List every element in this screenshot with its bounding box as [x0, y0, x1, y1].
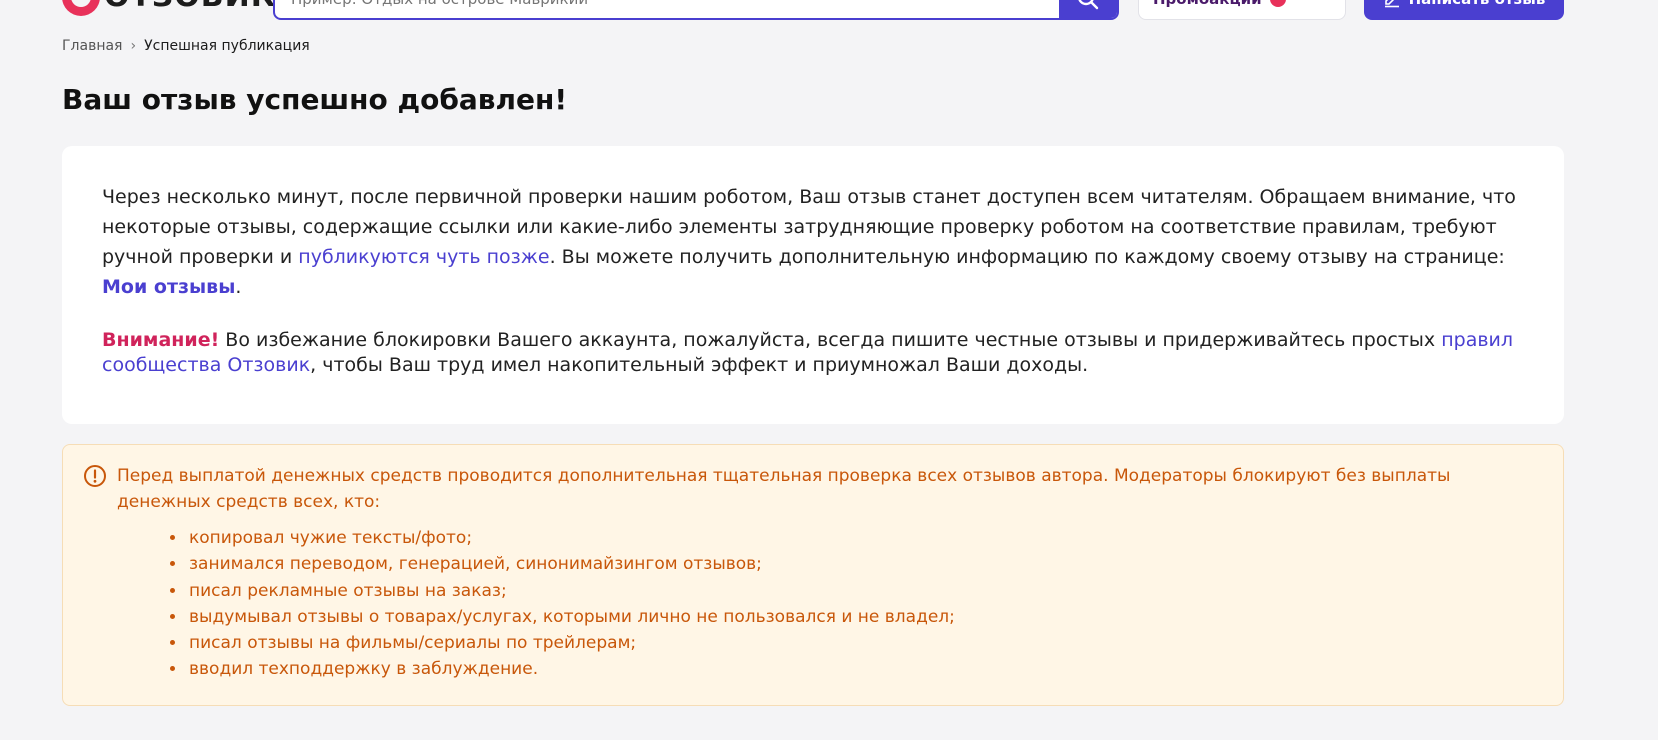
search-input[interactable] [275, 0, 1055, 18]
breadcrumb-current: Успешная публикация [144, 38, 310, 54]
attention-text: Во избежание блокировки Вашего аккаунта,… [219, 329, 1442, 351]
list-item: вводил техподдержку в заблуждение. [187, 656, 1543, 682]
promo-button[interactable]: Промоакции [1138, 0, 1346, 20]
attention-label: Внимание! [102, 329, 220, 351]
breadcrumb-home-link[interactable]: Главная [62, 36, 122, 56]
breadcrumb-separator: › [130, 38, 137, 54]
write-review-button[interactable]: Написать отзыв [1364, 0, 1564, 20]
exclamation-circle-icon [84, 465, 106, 487]
page-title: Ваш отзыв успешно добавлен! [62, 83, 568, 116]
info-text: . Вы можете получить дополнительную инфо… [549, 246, 1505, 268]
my-reviews-link[interactable]: Мои отзывы [102, 276, 235, 298]
write-review-label: Написать отзыв [1409, 0, 1546, 8]
payout-warning-box: Перед выплатой денежных средств проводит… [62, 444, 1564, 706]
success-info-card: Через несколько минут, после первичной п… [62, 146, 1564, 424]
publication-info-paragraph: Через несколько минут, после первичной п… [102, 182, 1524, 302]
list-item: выдумывал отзывы о товарах/услугах, кото… [187, 604, 1543, 630]
search-icon [1078, 0, 1099, 10]
pencil-icon [1384, 0, 1399, 8]
search-box [273, 0, 1119, 20]
warning-header: Перед выплатой денежных средств проводит… [83, 463, 1543, 515]
promo-badge-icon [1269, 0, 1286, 7]
list-item: писал рекламные отзывы на заказ; [187, 578, 1543, 604]
list-item: копировал чужие тексты/фото; [187, 525, 1543, 551]
search-button[interactable] [1059, 0, 1117, 18]
logo-text: ОТЗОВИК [104, 0, 276, 16]
warning-list: копировал чужие тексты/фото; занимался п… [83, 525, 1543, 683]
site-header: ОТЗОВИК Промоакции Написать отзыв [0, 0, 1658, 20]
breadcrumb: Главная › Успешная публикация [62, 36, 310, 56]
info-text: . [235, 276, 242, 298]
attention-text: , чтобы Ваш труд имел накопительный эффе… [310, 354, 1089, 376]
attention-paragraph: Внимание! Во избежание блокировки Вашего… [102, 328, 1524, 378]
list-item: писал отзывы на фильмы/сериалы по трейле… [187, 630, 1543, 656]
warning-intro: Перед выплатой денежных средств проводит… [117, 466, 1451, 512]
promo-label: Промоакции [1153, 0, 1262, 8]
list-item: занимался переводом, генерацией, синоним… [187, 551, 1543, 577]
logo-mark-icon [62, 0, 100, 16]
site-logo[interactable]: ОТЗОВИК [62, 0, 276, 16]
published-later-link[interactable]: публикуются чуть позже [298, 246, 549, 268]
